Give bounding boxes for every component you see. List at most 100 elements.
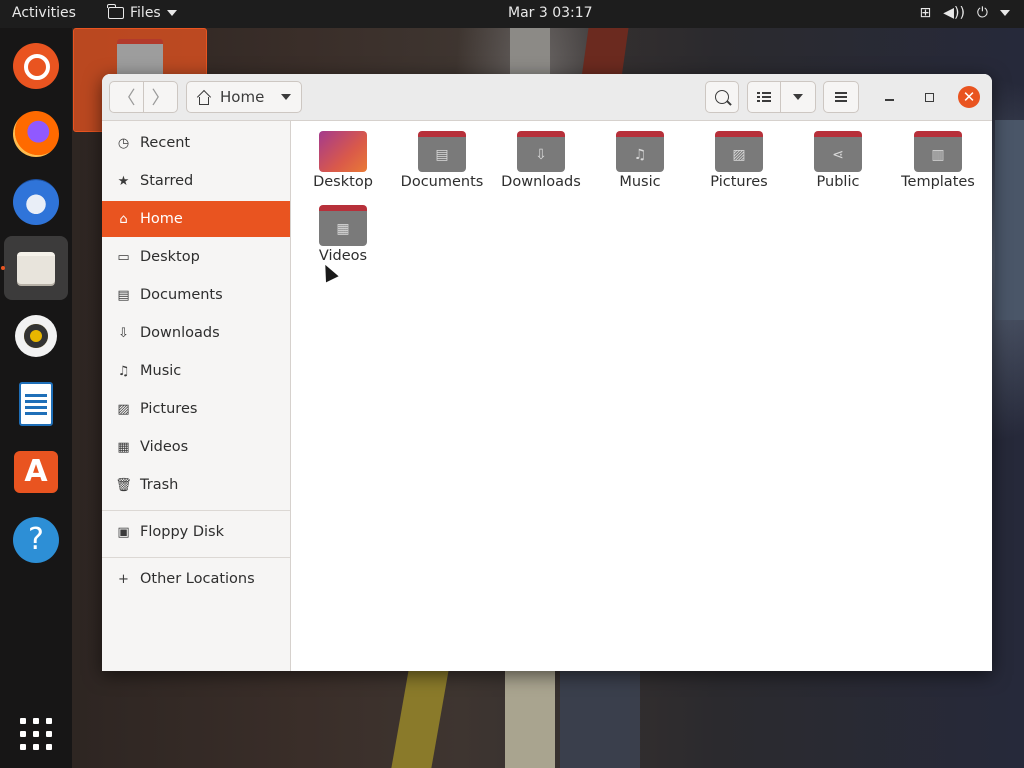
- trash-icon: 🗑: [115, 477, 132, 493]
- wallpaper-detail: [995, 120, 1024, 320]
- clock[interactable]: Mar 3 03:17: [508, 5, 593, 21]
- sidebar-item-desktop[interactable]: ▭ Desktop: [102, 239, 290, 275]
- show-applications-icon: [20, 718, 52, 750]
- chevron-down-icon: [281, 94, 291, 100]
- path-bar-home[interactable]: Home: [186, 81, 302, 113]
- app-menu-label: Files: [130, 5, 161, 21]
- videos-folder-icon: ▦: [319, 205, 367, 246]
- folder-pictures[interactable]: ▨ Pictures: [691, 121, 787, 191]
- wallpaper-detail: [505, 670, 555, 768]
- forward-button[interactable]: 〉: [143, 81, 178, 113]
- dock-software[interactable]: A: [4, 440, 68, 504]
- hamburger-menu-icon: [835, 96, 847, 98]
- folder-label: Music: [619, 174, 661, 190]
- folder-label: Templates: [901, 174, 975, 190]
- desktop-icon: ▭: [117, 249, 130, 265]
- power-icon: ⏻: [976, 5, 988, 21]
- sidebar-item-home[interactable]: ⌂ Home: [102, 201, 290, 237]
- search-icon: [715, 90, 729, 104]
- chevron-right-icon: 〉: [151, 88, 170, 109]
- dock: A ?: [0, 28, 72, 768]
- folder-label: Public: [816, 174, 860, 190]
- folder-label: Pictures: [710, 174, 768, 190]
- dock-ubuntu[interactable]: [4, 34, 68, 98]
- dock-files[interactable]: [4, 236, 68, 300]
- folder-downloads[interactable]: ⇩ Downloads: [493, 121, 589, 191]
- chevron-down-icon: [793, 94, 803, 100]
- documents-folder-icon: ▤: [418, 131, 466, 172]
- places-sidebar: ◷ Recent ★ Starred ⌂ Home ▭ Desktop ▤ Documen…: [102, 121, 291, 671]
- ubuntu-logo-icon: [13, 43, 59, 89]
- chevron-down-icon: [166, 10, 177, 16]
- sidebar-item-recent[interactable]: ◷ Recent: [102, 125, 290, 161]
- sidebar-item-label: Music: [140, 363, 182, 379]
- sidebar-item-pictures[interactable]: ▨ Pictures: [102, 391, 290, 427]
- close-button[interactable]: ✕: [958, 86, 980, 108]
- sidebar-item-label: Videos: [140, 439, 189, 455]
- home-icon: [196, 90, 210, 105]
- folder-label: Documents: [400, 174, 484, 190]
- wallpaper-detail: [560, 670, 640, 768]
- public-folder-icon: ⋖: [814, 131, 862, 172]
- folder-music[interactable]: ♫ Music: [592, 121, 688, 191]
- folder-label: Videos: [318, 248, 368, 264]
- document-icon: ▤: [117, 287, 130, 303]
- sidebar-item-label: Trash: [140, 477, 179, 493]
- sidebar-item-trash[interactable]: 🗑 Trash: [102, 467, 290, 503]
- help-icon: ?: [13, 517, 59, 563]
- chevron-left-icon: 〈: [117, 88, 136, 109]
- dock-help[interactable]: ?: [4, 508, 68, 572]
- wallpaper-detail: [581, 28, 629, 78]
- sidebar-item-videos[interactable]: ▦ Videos: [102, 429, 290, 465]
- folder-desktop[interactable]: Desktop: [295, 121, 391, 191]
- wallpaper-detail: [391, 670, 449, 768]
- folder-documents[interactable]: ▤ Documents: [394, 121, 490, 191]
- dock-firefox[interactable]: [4, 102, 68, 166]
- sidebar-item-documents[interactable]: ▤ Documents: [102, 277, 290, 313]
- clock-icon: ◷: [117, 135, 130, 151]
- list-view-button[interactable]: [747, 81, 781, 113]
- sidebar-item-downloads[interactable]: ⇩ Downloads: [102, 315, 290, 351]
- sidebar-item-starred[interactable]: ★ Starred: [102, 163, 290, 199]
- thunderbird-icon: [13, 179, 59, 225]
- system-status-menu[interactable]: ⊞ ◀)) ⏻: [919, 5, 1010, 21]
- folder-public[interactable]: ⋖ Public: [790, 121, 886, 191]
- folder-templates[interactable]: ▥ Templates: [890, 121, 986, 191]
- show-applications-button[interactable]: [4, 702, 68, 766]
- sidebar-item-label: Other Locations: [140, 571, 255, 587]
- minimize-button[interactable]: [878, 86, 900, 108]
- rhythmbox-icon: [15, 315, 57, 357]
- path-label: Home: [220, 88, 265, 106]
- files-window: 〈 〉 Home ✕ ◷ Recent ★ Starred ⌂ Home ▭ Deskt…: [102, 74, 992, 671]
- sidebar-divider: [102, 510, 290, 511]
- folder-videos[interactable]: ▦ Videos: [295, 195, 391, 265]
- activities-button[interactable]: Activities: [12, 5, 76, 21]
- chevron-down-icon: [1000, 10, 1010, 16]
- dock-thunderbird[interactable]: [4, 170, 68, 234]
- dock-rhythmbox[interactable]: [4, 304, 68, 368]
- sidebar-item-label: Starred: [140, 173, 194, 189]
- ubuntu-software-icon: A: [14, 451, 58, 493]
- maximize-button[interactable]: [918, 86, 940, 108]
- dock-writer[interactable]: [4, 372, 68, 436]
- network-icon: ⊞: [919, 5, 932, 21]
- star-icon: ★: [117, 173, 130, 189]
- libreoffice-writer-icon: [19, 382, 53, 426]
- back-button[interactable]: 〈: [109, 81, 144, 113]
- main-menu-button[interactable]: [823, 81, 859, 113]
- running-indicator: [1, 266, 5, 270]
- files-icon: [17, 252, 55, 284]
- app-menu[interactable]: Files: [107, 4, 177, 21]
- files-app-icon: [107, 4, 124, 19]
- sidebar-item-label: Floppy Disk: [140, 524, 224, 540]
- sidebar-item-music[interactable]: ♫ Music: [102, 353, 290, 389]
- picture-icon: ▨: [117, 401, 130, 417]
- sidebar-item-other-locations[interactable]: + Other Locations: [102, 561, 290, 597]
- sidebar-item-floppy-disk[interactable]: ▣ Floppy Disk: [102, 514, 290, 550]
- home-folder-icon: [117, 39, 163, 77]
- sidebar-divider: [102, 557, 290, 558]
- view-options-button[interactable]: [780, 81, 816, 113]
- folder-label: Desktop: [313, 174, 373, 190]
- search-button[interactable]: [705, 81, 739, 113]
- minimize-icon: [884, 99, 894, 101]
